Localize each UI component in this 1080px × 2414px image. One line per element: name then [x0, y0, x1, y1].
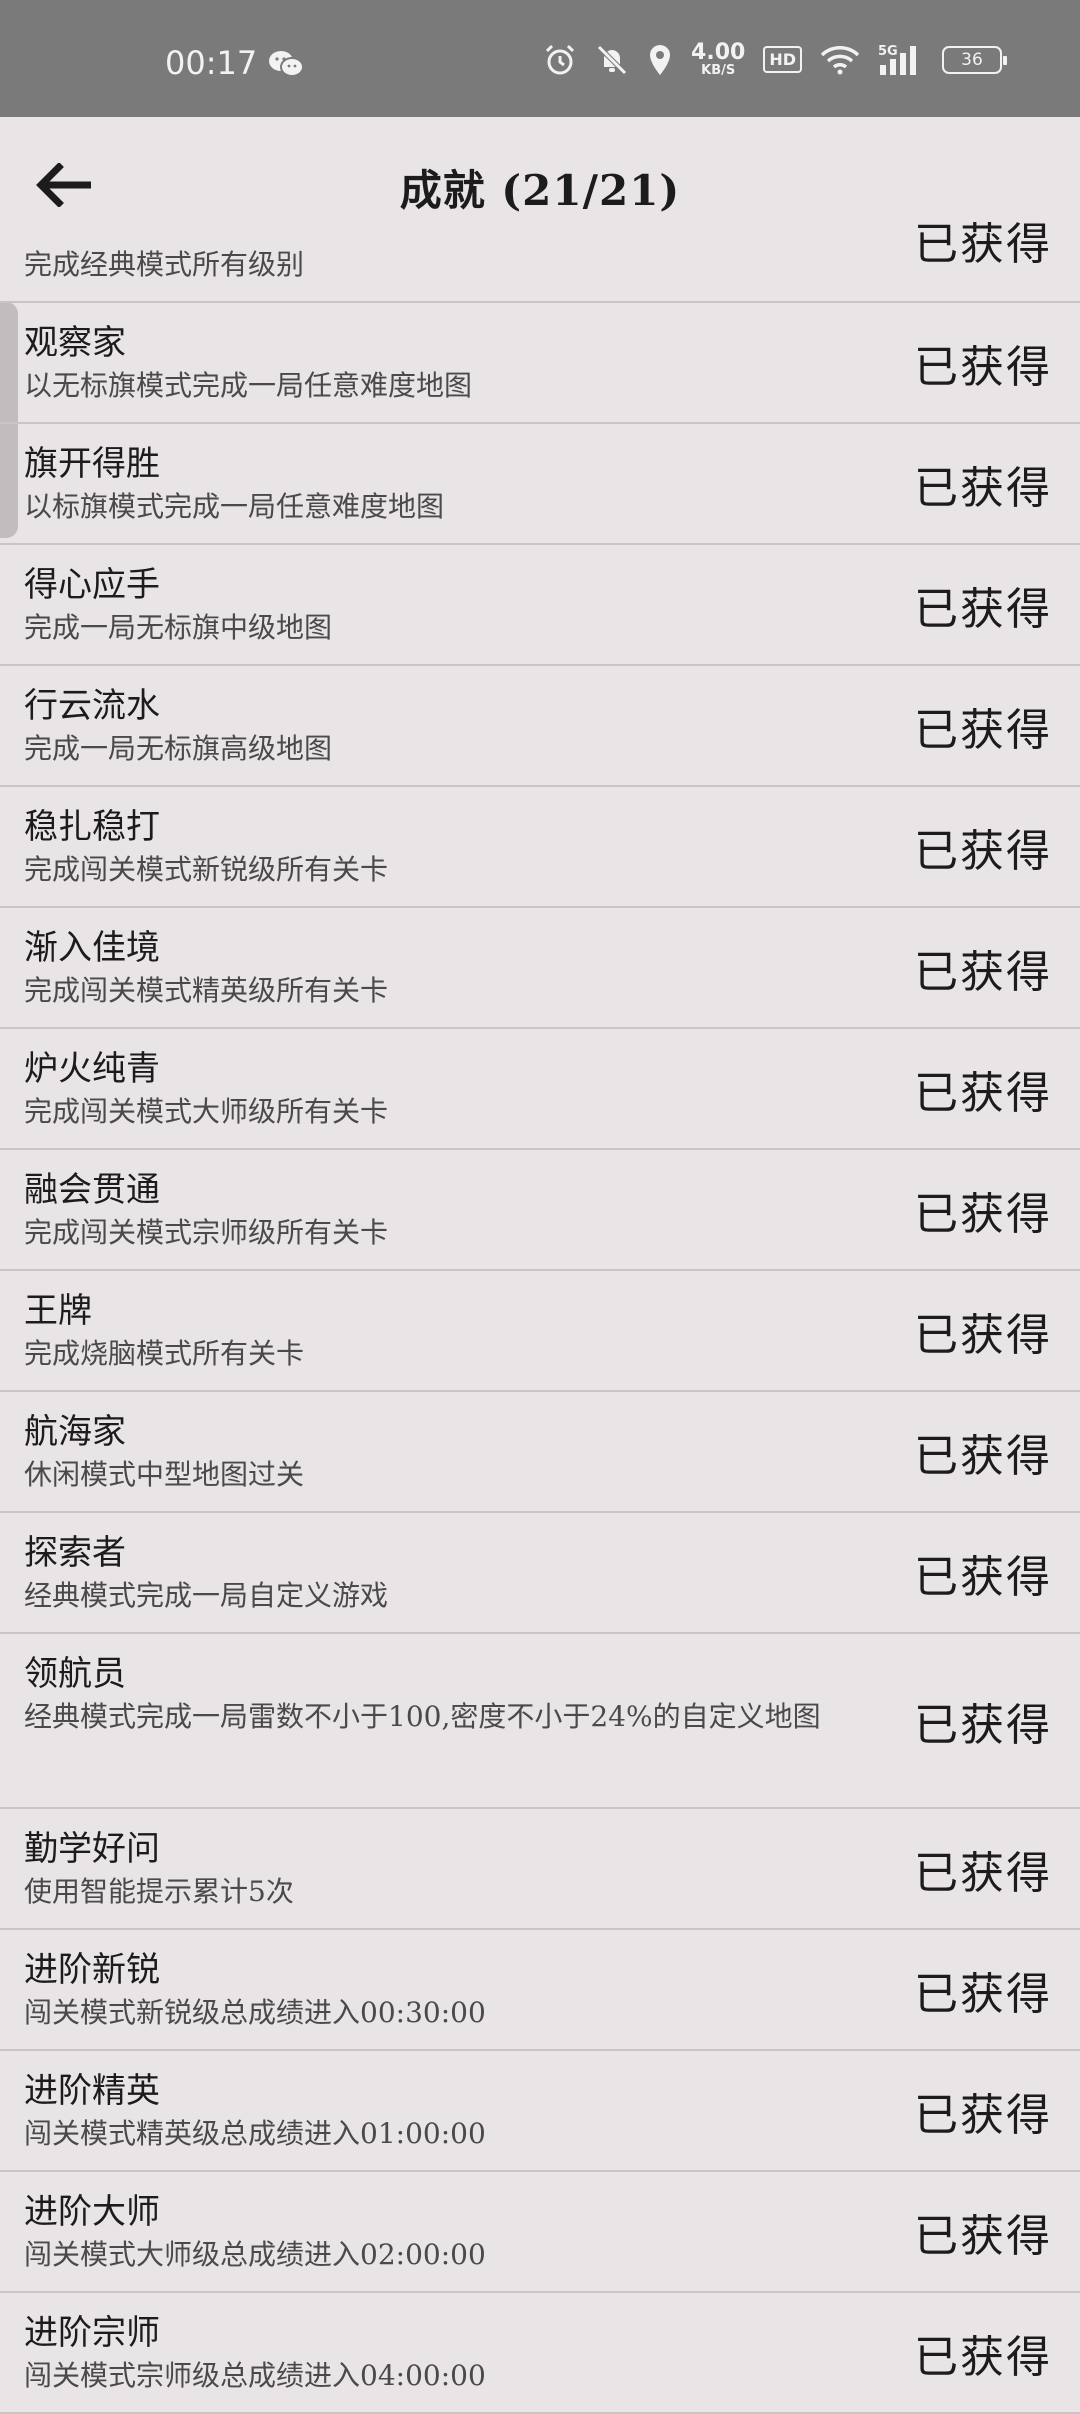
achievement-item[interactable]: 旗开得胜 以标旗模式完成一局任意难度地图 已获得 — [0, 424, 1080, 545]
achievement-desc: 闯关模式新锐级总成绩进入00:30:00 — [24, 1996, 486, 2029]
achievement-status: 已获得 — [914, 1430, 1052, 1482]
achievement-item[interactable]: 进阶大师 闯关模式大师级总成绩进入02:00:00 已获得 — [0, 2172, 1080, 2293]
achievement-desc: 使用智能提示累计5次 — [24, 1875, 294, 1908]
achievement-name: 勤学好问 — [24, 1829, 160, 1869]
achievement-list: 完成经典模式所有级别 已获得 观察家 以无标旗模式完成一局任意难度地图 已获得 … — [0, 219, 1080, 2414]
achievement-name: 进阶大师 — [24, 2192, 160, 2232]
achievement-status: 已获得 — [914, 583, 1052, 635]
achievement-desc: 完成闯关模式精英级所有关卡 — [24, 974, 389, 1007]
achievement-status: 已获得 — [914, 1067, 1052, 1119]
achievement-status: 已获得 — [914, 219, 1052, 270]
achievement-desc: 完成经典模式所有级别 — [24, 248, 305, 281]
achievement-status: 已获得 — [914, 825, 1052, 877]
status-bar: 00:17 4.00 KB/S HD 5G 36 — [0, 0, 1080, 117]
achievement-item[interactable]: 领航员 经典模式完成一局雷数不小于100,密度不小于24%的自定义地图 已获得 — [0, 1634, 1080, 1809]
achievement-status: 已获得 — [914, 462, 1052, 514]
net-speed: 4.00 KB/S — [691, 40, 746, 78]
achievement-status: 已获得 — [914, 1551, 1052, 1603]
achievement-desc: 闯关模式大师级总成绩进入02:00:00 — [24, 2238, 486, 2271]
achievement-name: 炉火纯青 — [24, 1049, 160, 1089]
achievement-item[interactable]: 进阶精英 闯关模式精英级总成绩进入01:00:00 已获得 — [0, 2051, 1080, 2172]
svg-text:5G: 5G — [878, 44, 898, 59]
achievement-desc: 以无标旗模式完成一局任意难度地图 — [24, 369, 473, 402]
achievement-name: 王牌 — [24, 1291, 92, 1331]
achievement-item[interactable]: 王牌 完成烧脑模式所有关卡 已获得 — [0, 1271, 1080, 1392]
achievement-item[interactable]: 探索者 经典模式完成一局自定义游戏 已获得 — [0, 1513, 1080, 1634]
achievement-item[interactable]: 完成经典模式所有级别 已获得 — [0, 219, 1080, 303]
achievement-status: 已获得 — [914, 1309, 1052, 1361]
achievement-name: 行云流水 — [24, 686, 160, 726]
achievement-desc: 闯关模式宗师级总成绩进入04:00:00 — [24, 2359, 486, 2392]
achievement-desc: 完成一局无标旗高级地图 — [24, 732, 333, 765]
status-time: 00:17 — [165, 44, 258, 82]
achievement-status: 已获得 — [914, 1968, 1052, 2020]
battery-icon: 36 — [942, 45, 1007, 74]
achievement-name: 进阶精英 — [24, 2071, 160, 2111]
achievement-status: 已获得 — [914, 2089, 1052, 2141]
location-icon — [650, 44, 671, 75]
achievement-desc: 闯关模式精英级总成绩进入01:00:00 — [24, 2117, 486, 2150]
achievement-status: 已获得 — [914, 1188, 1052, 1240]
achievement-status: 已获得 — [914, 704, 1052, 756]
hd-badge: HD — [763, 46, 802, 73]
achievement-status: 已获得 — [914, 1847, 1052, 1899]
achievement-name: 领航员 — [24, 1654, 126, 1694]
achievement-desc: 完成烧脑模式所有关卡 — [24, 1337, 305, 1370]
achievement-status: 已获得 — [914, 2331, 1052, 2383]
achievement-name: 旗开得胜 — [24, 444, 160, 484]
achievement-name: 渐入佳境 — [24, 928, 160, 968]
achievement-status: 已获得 — [914, 2210, 1052, 2262]
achievement-item[interactable]: 渐入佳境 完成闯关模式精英级所有关卡 已获得 — [0, 908, 1080, 1029]
achievement-item[interactable]: 观察家 以无标旗模式完成一局任意难度地图 已获得 — [0, 303, 1080, 424]
achievement-desc: 完成一局无标旗中级地图 — [24, 611, 333, 644]
achievement-item[interactable]: 融会贯通 完成闯关模式宗师级所有关卡 已获得 — [0, 1150, 1080, 1271]
achievement-name: 进阶新锐 — [24, 1950, 160, 1990]
achievement-item[interactable]: 稳扎稳打 完成闯关模式新锐级所有关卡 已获得 — [0, 787, 1080, 908]
achievement-status: 已获得 — [914, 946, 1052, 998]
achievement-name: 观察家 — [24, 323, 126, 363]
achievement-name: 进阶宗师 — [24, 2313, 160, 2353]
achievement-desc: 完成闯关模式大师级所有关卡 — [24, 1095, 389, 1128]
achievement-item[interactable]: 进阶宗师 闯关模式宗师级总成绩进入04:00:00 已获得 — [0, 2293, 1080, 2414]
achievement-status: 已获得 — [914, 1699, 1052, 1751]
achievement-name: 航海家 — [24, 1412, 126, 1452]
achievement-item[interactable]: 炉火纯青 完成闯关模式大师级所有关卡 已获得 — [0, 1029, 1080, 1150]
achievement-desc: 完成闯关模式新锐级所有关卡 — [24, 853, 389, 886]
achievement-desc: 休闲模式中型地图过关 — [24, 1458, 305, 1491]
achievement-desc: 以标旗模式完成一局任意难度地图 — [24, 490, 445, 523]
achievement-name: 稳扎稳打 — [24, 807, 160, 847]
achievement-name: 融会贯通 — [24, 1170, 160, 1210]
alarm-icon — [545, 44, 575, 74]
signal-icon: 5G — [878, 44, 916, 75]
wechat-icon — [269, 51, 304, 77]
achievement-item[interactable]: 得心应手 完成一局无标旗中级地图 已获得 — [0, 545, 1080, 666]
mute-icon — [597, 44, 627, 75]
achievement-item[interactable]: 进阶新锐 闯关模式新锐级总成绩进入00:30:00 已获得 — [0, 1930, 1080, 2051]
achievement-name: 探索者 — [24, 1533, 126, 1573]
achievement-item[interactable]: 勤学好问 使用智能提示累计5次 已获得 — [0, 1809, 1080, 1930]
achievement-status: 已获得 — [914, 341, 1052, 393]
achievement-desc: 经典模式完成一局自定义游戏 — [24, 1579, 389, 1612]
achievement-name: 得心应手 — [24, 565, 160, 605]
achievement-item[interactable]: 航海家 休闲模式中型地图过关 已获得 — [0, 1392, 1080, 1513]
achievement-item[interactable]: 行云流水 完成一局无标旗高级地图 已获得 — [0, 666, 1080, 787]
achievement-desc: 完成闯关模式宗师级所有关卡 — [24, 1216, 389, 1249]
achievement-desc: 经典模式完成一局雷数不小于100,密度不小于24%的自定义地图 — [24, 1700, 821, 1733]
wifi-icon — [820, 45, 860, 74]
